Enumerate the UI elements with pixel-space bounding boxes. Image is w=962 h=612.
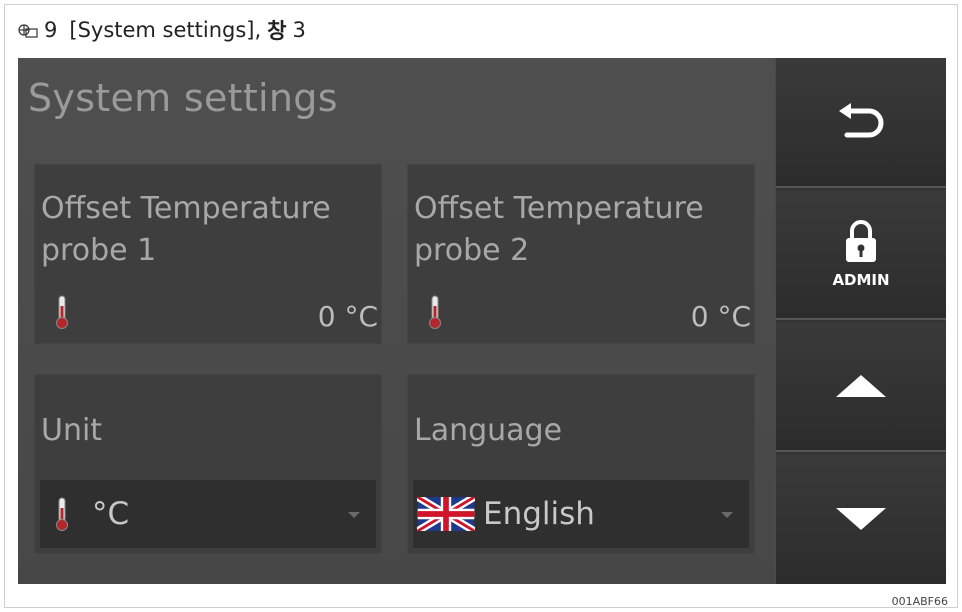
uk-flag-icon xyxy=(417,497,475,531)
language-selected-value: English xyxy=(483,496,595,532)
caption-korean: 창 xyxy=(267,19,287,43)
figure-number: 9 xyxy=(44,18,58,42)
caption-text: [System settings], xyxy=(69,18,262,42)
image-code: 001ABF66 xyxy=(891,595,948,608)
language-tile: Language English xyxy=(407,374,755,554)
page-title: System settings xyxy=(28,76,338,120)
language-dropdown[interactable]: English xyxy=(413,480,749,548)
language-label: Language xyxy=(414,413,563,448)
admin-button[interactable]: ADMIN xyxy=(776,190,946,320)
unit-selected-value: °C xyxy=(92,496,130,532)
unit-label: Unit xyxy=(41,413,103,448)
scroll-down-button[interactable] xyxy=(776,454,946,584)
chevron-down-icon xyxy=(348,512,360,518)
offset-probe-2-label: Offset Temperature probe 2 xyxy=(414,191,704,268)
offset-probe-1-tile[interactable]: Offset Temperature probe 1 0 °C xyxy=(34,164,382,344)
sidebar: ADMIN xyxy=(776,58,946,584)
scroll-up-button[interactable] xyxy=(776,322,946,452)
offset-probe-1-label: Offset Temperature probe 1 xyxy=(41,191,331,268)
thermometer-icon xyxy=(429,295,441,329)
thermometer-icon xyxy=(56,295,68,329)
offset-probe-2-value: 0 °C xyxy=(690,300,751,333)
offset-probe-2-tile[interactable]: Offset Temperature probe 2 0 °C xyxy=(407,164,755,344)
settings-panel: System settings Offset Temperature probe… xyxy=(18,58,774,584)
device-screen: System settings Offset Temperature probe… xyxy=(18,58,946,584)
chevron-down-icon xyxy=(721,512,733,518)
admin-label: ADMIN xyxy=(832,271,890,289)
figure-icon xyxy=(18,24,38,38)
triangle-up-icon xyxy=(836,375,886,397)
unit-tile: Unit °C xyxy=(34,374,382,554)
back-arrow-icon xyxy=(839,103,884,138)
offset-probe-1-value: 0 °C xyxy=(317,300,378,333)
thermometer-icon xyxy=(56,497,68,531)
padlock-icon xyxy=(846,220,876,262)
back-button[interactable] xyxy=(776,58,946,188)
figure-caption: 9 [System settings], 창 3 xyxy=(18,14,306,46)
triangle-down-icon xyxy=(836,508,886,530)
caption-step: 3 xyxy=(292,18,306,42)
unit-dropdown[interactable]: °C xyxy=(40,480,376,548)
